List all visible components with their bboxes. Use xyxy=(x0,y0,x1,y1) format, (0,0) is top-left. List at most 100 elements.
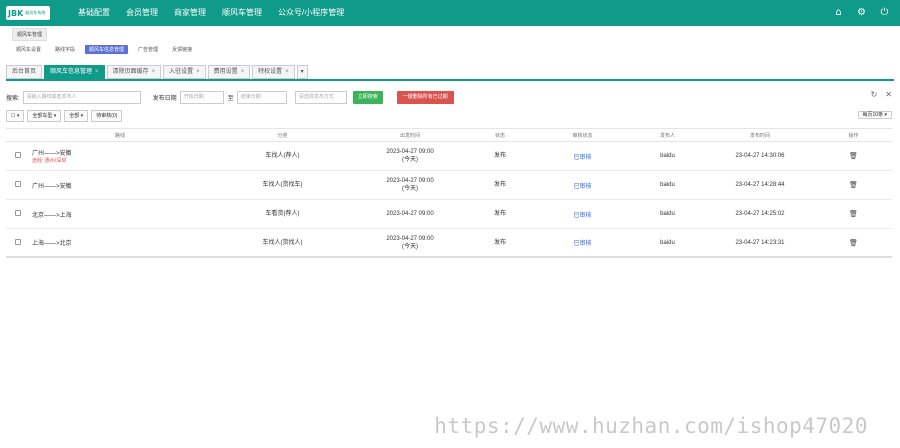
publisher-cell: baidu xyxy=(660,211,675,217)
tab-rideshare-info[interactable]: 顺风车信息管理 × xyxy=(44,65,105,79)
row-checkbox[interactable] xyxy=(15,181,21,187)
topnav-item-merchants[interactable]: 商家管理 xyxy=(166,0,214,26)
sub-menu: 顺风车设置 路线字段 顺风车信息管理 广告管理 反馈链接 xyxy=(12,45,196,54)
status-cell: 发布 xyxy=(493,182,506,188)
watermark: https://www.huzhan.com/ishop47020 xyxy=(434,414,868,438)
topnav-item-basic-config[interactable]: 基础配置 xyxy=(70,0,118,26)
pending-review-button[interactable]: 待审核(0) xyxy=(91,110,123,122)
tab-label: 清除页面缓存 xyxy=(112,69,149,75)
trash-icon[interactable]: 🗑 xyxy=(849,210,858,218)
subnav-feedback[interactable]: 反馈链接 xyxy=(168,45,196,54)
depart-time: 2023-04-27 09:00 xyxy=(386,211,434,217)
tab-label: 顺风车信息管理 xyxy=(50,69,93,75)
row-checkbox[interactable] xyxy=(15,210,21,216)
subnav-route-fields[interactable]: 路线字段 xyxy=(51,45,79,54)
end-date-input[interactable]: 结束日期 xyxy=(236,90,287,104)
review-status-link[interactable]: 已审核 xyxy=(573,155,591,161)
header-publish-time: 发布时间 xyxy=(749,132,770,139)
topnav-item-rideshare[interactable]: 顺风车管理 xyxy=(214,0,270,26)
category-cell: 车找人(荐人) xyxy=(265,153,300,159)
refresh-icon[interactable]: ↻ xyxy=(871,90,878,99)
depart-note: (今天) xyxy=(402,186,418,192)
subnav-rideshare-settings[interactable]: 顺风车设置 xyxy=(12,45,45,54)
tab-privilege-settings[interactable]: 特权设置 × xyxy=(252,65,295,79)
trash-icon[interactable]: 🗑 xyxy=(849,239,858,247)
publisher-cell: baidu xyxy=(660,153,675,159)
table-row: 广州——>安徽 途经: 惠州/深圳 车找人(荐人) 2023-04-27 09:0… xyxy=(6,142,892,171)
table-header: 路线 分类 出发时间 状态 审核状态 发布人 发布时间 操作 xyxy=(6,128,892,142)
per-page-dropdown[interactable]: 每页10条 ▾ xyxy=(857,111,892,119)
header-actions: 操作 xyxy=(848,132,859,139)
depart-note: (今天) xyxy=(402,243,418,250)
to-label: 至 xyxy=(227,95,234,102)
depart-time: 2023-04-27 09:00 xyxy=(386,149,434,155)
table-row: 北京——>上海 车看货(荐人) 2023-04-27 09:00 发布 已审核 … xyxy=(6,200,892,229)
tab-label: 特权设置 xyxy=(258,69,283,75)
select-all-dropdown[interactable]: ☐ ▾ xyxy=(6,110,25,122)
type-select[interactable]: 请选择发布方式 xyxy=(294,90,347,104)
section-title: 顺风车管理 xyxy=(12,28,48,41)
logo-name: 顺风车系统 xyxy=(25,10,46,15)
subnav-ads[interactable]: 广告管理 xyxy=(134,45,162,54)
home-icon[interactable]: ⌂ xyxy=(833,7,844,18)
tab-label: 费用设置 xyxy=(213,69,238,75)
tab-underline xyxy=(6,79,894,81)
search-button[interactable]: 立即搜索 xyxy=(352,90,383,104)
status-cell: 发布 xyxy=(493,239,506,246)
header-route: 路线 xyxy=(114,132,125,139)
date-label: 发布日期 xyxy=(152,95,177,102)
logo-mark: JBK xyxy=(8,8,24,18)
row-checkbox[interactable] xyxy=(15,238,21,245)
tab-home[interactable]: 后台首页 xyxy=(6,65,43,79)
tab-label: 入驻设置 xyxy=(169,69,194,75)
power-icon[interactable]: ⏻ xyxy=(879,7,890,18)
header-status: 状态 xyxy=(494,132,505,139)
status-cell: 发布 xyxy=(493,153,506,159)
status-dropdown[interactable]: 全部 ▾ xyxy=(64,110,89,122)
publish-time-cell: 23-04-27 14:28:44 xyxy=(735,182,785,188)
route-text: 北京——>上海 xyxy=(32,212,72,219)
tab-clear-cache[interactable]: 清除页面缓存 × xyxy=(106,65,162,79)
publisher-cell: baidu xyxy=(660,182,675,188)
tab-entry-settings[interactable]: 入驻设置 × xyxy=(163,65,206,79)
table-toolbar: ☐ ▾ 全部车型 ▾ 全部 ▾ 待审核(0) xyxy=(6,110,123,122)
trash-icon[interactable]: 🗑 xyxy=(849,152,858,160)
close-icon[interactable]: × xyxy=(152,66,156,78)
close-icon[interactable]: × xyxy=(241,66,245,78)
publish-time-cell: 23-04-27 14:30:06 xyxy=(735,153,785,159)
page-tabs: 后台首页 顺风车信息管理 × 清除页面缓存 × 入驻设置 × 费用设置 × 特权设置 × … xyxy=(6,65,308,79)
publish-time-cell: 23-04-27 14:25:02 xyxy=(735,211,785,217)
delete-expired-button[interactable]: 一键删除所有已过期 xyxy=(396,90,454,104)
close-icon[interactable]: × xyxy=(196,66,200,78)
review-status-link[interactable]: 已审核 xyxy=(573,213,591,219)
tab-more-icon[interactable]: ▾ xyxy=(296,65,308,79)
info-table: 路线 分类 出发时间 状态 审核状态 发布人 发布时间 操作 广州——>安徽 途经… xyxy=(6,128,892,258)
route-text: 上海——>北京 xyxy=(32,241,72,247)
search-label: 搜索: xyxy=(6,95,20,102)
start-date-input[interactable]: 开始日期 xyxy=(179,90,224,104)
search-bar: 搜索: 请输入路线或者发布人 发布日期 开始日期 至 结束日期 请选择发布方式 … xyxy=(6,89,894,105)
header-depart-time: 出发时间 xyxy=(399,132,420,139)
tab-fee-settings[interactable]: 费用设置 × xyxy=(207,65,251,79)
logo[interactable]: JBK 顺风车系统 xyxy=(6,6,50,20)
vehicle-type-dropdown[interactable]: 全部车型 ▾ xyxy=(27,110,62,122)
route-text: 广州——>安徽 xyxy=(32,183,72,190)
section-header: 顺风车管理 xyxy=(12,28,48,41)
close-icon[interactable]: × xyxy=(95,66,99,78)
close-icon[interactable]: ✕ xyxy=(885,90,892,99)
tab-label: 后台首页 xyxy=(12,69,37,75)
header-publisher: 发布人 xyxy=(659,132,675,139)
top-menu: 基础配置 会员管理 商家管理 顺风车管理 公众号/小程序管理 xyxy=(70,0,352,26)
row-checkbox[interactable] xyxy=(15,152,21,158)
gear-icon[interactable]: ⚙ xyxy=(856,7,867,18)
review-status-link[interactable]: 已审核 xyxy=(573,184,591,190)
trash-icon[interactable]: 🗑 xyxy=(849,181,858,189)
close-icon[interactable]: × xyxy=(285,66,289,78)
keyword-input[interactable]: 请输入路线或者发布人 xyxy=(22,90,141,104)
subnav-rideshare-info[interactable]: 顺风车信息管理 xyxy=(85,45,129,54)
status-cell: 发布 xyxy=(493,211,506,217)
route-text: 广州——>安徽 xyxy=(32,151,72,157)
topnav-item-wechat[interactable]: 公众号/小程序管理 xyxy=(270,0,352,26)
review-status-link[interactable]: 已审核 xyxy=(573,241,591,247)
topnav-item-members[interactable]: 会员管理 xyxy=(118,0,166,26)
